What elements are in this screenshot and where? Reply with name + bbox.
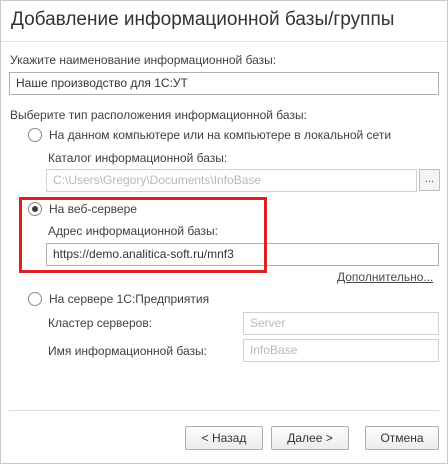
infobase-name-input[interactable]: Наше производство для 1С:УТ xyxy=(9,72,439,95)
footer-divider xyxy=(9,410,439,411)
highlight-box xyxy=(19,197,267,273)
location-type-label: Выберите тип расположения информационной… xyxy=(10,108,307,122)
dialog-title: Добавление информационной базы/группы xyxy=(11,9,395,30)
db-name-label: Имя информационной базы: xyxy=(48,344,207,358)
enterprise-server-radio[interactable] xyxy=(28,292,42,306)
local-radio[interactable] xyxy=(28,128,42,142)
title-divider xyxy=(1,41,447,42)
cancel-button[interactable]: Отмена xyxy=(365,426,439,450)
catalog-path-input[interactable]: C:\Users\Gregory\Documents\InfoBase xyxy=(46,169,417,192)
enterprise-server-option-label[interactable]: На сервере 1С:Предприятия xyxy=(49,292,209,306)
cluster-label: Кластер серверов: xyxy=(48,316,153,330)
db-name-input[interactable]: InfoBase xyxy=(243,339,439,362)
local-option-label[interactable]: На данном компьютере или на компьютере в… xyxy=(49,128,391,142)
next-button[interactable]: Далее > xyxy=(271,426,349,450)
infobase-name-label: Укажите наименование информационной базы… xyxy=(10,53,277,67)
browse-button[interactable]: ... xyxy=(419,169,440,191)
add-infobase-dialog: Добавление информационной базы/группы Ук… xyxy=(0,0,448,464)
cluster-input[interactable]: Server xyxy=(243,312,439,335)
back-button[interactable]: < Назад xyxy=(185,426,263,450)
more-link[interactable]: Дополнительно... xyxy=(337,270,433,284)
catalog-label: Каталог информационной базы: xyxy=(48,151,228,165)
